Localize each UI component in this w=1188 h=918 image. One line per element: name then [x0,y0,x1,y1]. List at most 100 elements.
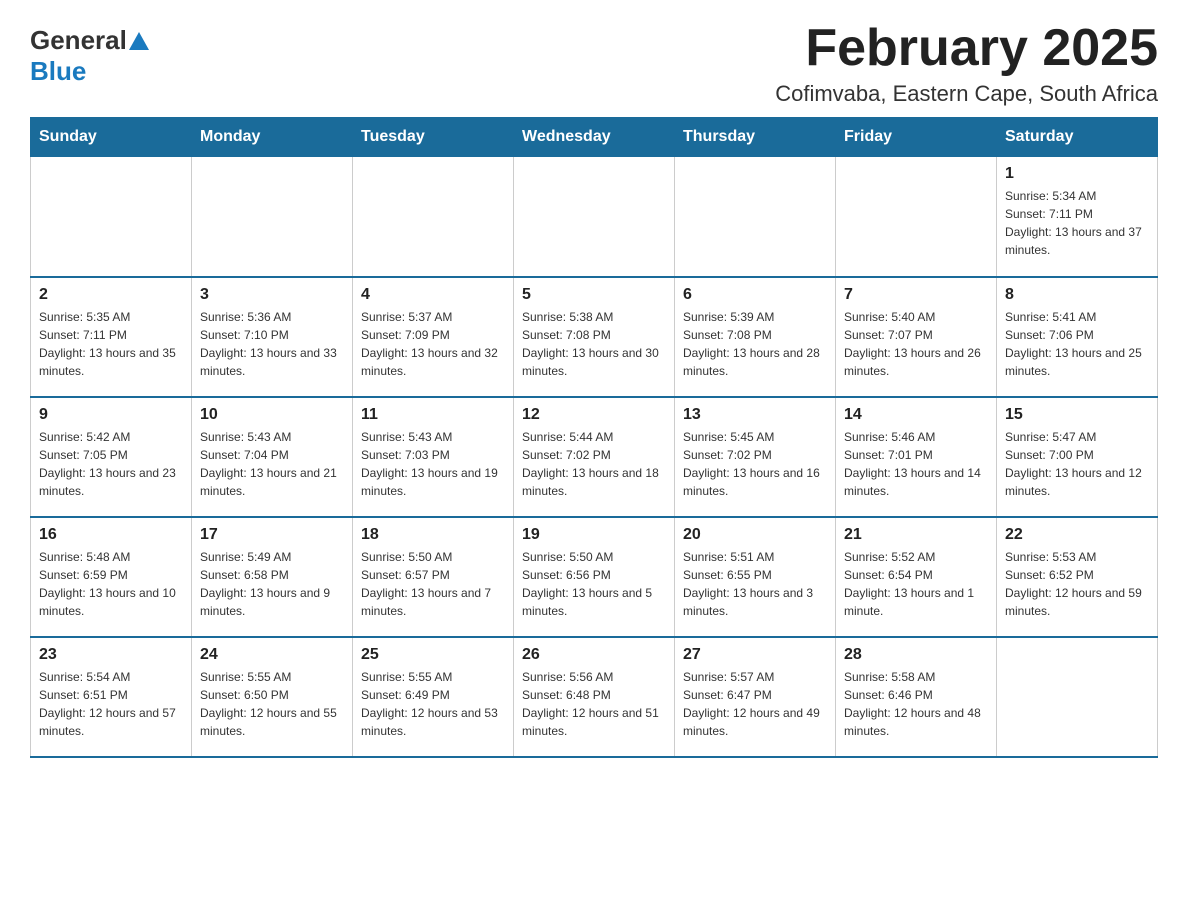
calendar-cell [353,157,514,277]
day-info: Sunrise: 5:44 AMSunset: 7:02 PMDaylight:… [522,428,666,500]
day-number: 21 [844,526,988,544]
day-info: Sunrise: 5:50 AMSunset: 6:57 PMDaylight:… [361,548,505,620]
day-info: Sunrise: 5:53 AMSunset: 6:52 PMDaylight:… [1005,548,1149,620]
logo-general-text: General [30,25,127,56]
logo-blue-text: Blue [30,56,86,87]
day-number: 26 [522,646,666,664]
calendar-cell: 11Sunrise: 5:43 AMSunset: 7:03 PMDayligh… [353,397,514,517]
day-number: 3 [200,286,344,304]
day-info: Sunrise: 5:55 AMSunset: 6:49 PMDaylight:… [361,668,505,740]
day-info: Sunrise: 5:43 AMSunset: 7:03 PMDaylight:… [361,428,505,500]
calendar-cell: 17 Sunrise: 5:49 AMSunset: 6:58 PMDayligh… [192,517,353,637]
day-number: 24 [200,646,344,664]
calendar-cell [192,157,353,277]
calendar-cell [997,637,1158,757]
day-info: Sunrise: 5:43 AMSunset: 7:04 PMDaylight:… [200,428,344,500]
calendar-cell: 16 Sunrise: 5:48 AMSunset: 6:59 PMDayligh… [31,517,192,637]
calendar-week-row: 23 Sunrise: 5:54 AMSunset: 6:51 PMDayligh… [31,637,1158,757]
day-info: Sunrise: 5:38 AMSunset: 7:08 PMDaylight:… [522,308,666,380]
calendar-week-row: 1Sunrise: 5:34 AMSunset: 7:11 PMDaylight… [31,157,1158,277]
calendar-cell: 20Sunrise: 5:51 AMSunset: 6:55 PMDayligh… [675,517,836,637]
day-of-week-header: Wednesday [514,118,675,157]
day-number: 2 [39,286,183,304]
day-info: Sunrise: 5:52 AMSunset: 6:54 PMDaylight:… [844,548,988,620]
day-number: 25 [361,646,505,664]
day-number: 23 [39,646,183,664]
day-number: 18 [361,526,505,544]
calendar-cell [514,157,675,277]
day-info: Sunrise: 5:36 AMSunset: 7:10 PMDaylight:… [200,308,344,380]
day-number: 5 [522,286,666,304]
day-number: 1 [1005,165,1149,183]
day-of-week-header: Tuesday [353,118,514,157]
calendar-week-row: 2Sunrise: 5:35 AMSunset: 7:11 PMDaylight… [31,277,1158,397]
day-info: Sunrise: 5:40 AMSunset: 7:07 PMDaylight:… [844,308,988,380]
calendar-cell: 6 Sunrise: 5:39 AMSunset: 7:08 PMDaylight… [675,277,836,397]
day-number: 6 [683,286,827,304]
calendar-cell: 15 Sunrise: 5:47 AMSunset: 7:00 PMDayligh… [997,397,1158,517]
day-number: 19 [522,526,666,544]
day-number: 9 [39,406,183,424]
calendar-cell: 22Sunrise: 5:53 AMSunset: 6:52 PMDayligh… [997,517,1158,637]
day-number: 13 [683,406,827,424]
day-info: Sunrise: 5:47 AMSunset: 7:00 PMDaylight:… [1005,428,1149,500]
day-number: 17 [200,526,344,544]
calendar-table: SundayMondayTuesdayWednesdayThursdayFrid… [30,117,1158,758]
calendar-cell: 9 Sunrise: 5:42 AMSunset: 7:05 PMDaylight… [31,397,192,517]
calendar-cell: 24 Sunrise: 5:55 AMSunset: 6:50 PMDayligh… [192,637,353,757]
title-section: February 2025 Cofimvaba, Eastern Cape, S… [775,20,1158,107]
day-of-week-header: Sunday [31,118,192,157]
day-info: Sunrise: 5:48 AMSunset: 6:59 PMDaylight:… [39,548,183,620]
calendar-cell: 25 Sunrise: 5:55 AMSunset: 6:49 PMDayligh… [353,637,514,757]
day-of-week-header: Saturday [997,118,1158,157]
calendar-cell: 28Sunrise: 5:58 AMSunset: 6:46 PMDayligh… [836,637,997,757]
calendar-cell [836,157,997,277]
calendar-cell: 26 Sunrise: 5:56 AMSunset: 6:48 PMDayligh… [514,637,675,757]
calendar-cell: 5 Sunrise: 5:38 AMSunset: 7:08 PMDaylight… [514,277,675,397]
logo-triangle-icon [129,32,149,50]
calendar-cell: 14 Sunrise: 5:46 AMSunset: 7:01 PMDayligh… [836,397,997,517]
day-number: 12 [522,406,666,424]
calendar-cell: 13 Sunrise: 5:45 AMSunset: 7:02 PMDayligh… [675,397,836,517]
day-info: Sunrise: 5:51 AMSunset: 6:55 PMDaylight:… [683,548,827,620]
day-info: Sunrise: 5:54 AMSunset: 6:51 PMDaylight:… [39,668,183,740]
day-of-week-header: Monday [192,118,353,157]
day-info: Sunrise: 5:57 AMSunset: 6:47 PMDaylight:… [683,668,827,740]
day-number: 14 [844,406,988,424]
calendar-cell: 18 Sunrise: 5:50 AMSunset: 6:57 PMDayligh… [353,517,514,637]
day-of-week-header: Thursday [675,118,836,157]
calendar-week-row: 16 Sunrise: 5:48 AMSunset: 6:59 PMDayligh… [31,517,1158,637]
calendar-cell: 27Sunrise: 5:57 AMSunset: 6:47 PMDayligh… [675,637,836,757]
day-info: Sunrise: 5:45 AMSunset: 7:02 PMDaylight:… [683,428,827,500]
calendar-cell: 23 Sunrise: 5:54 AMSunset: 6:51 PMDayligh… [31,637,192,757]
calendar-cell: 8 Sunrise: 5:41 AMSunset: 7:06 PMDaylight… [997,277,1158,397]
calendar-header-row: SundayMondayTuesdayWednesdayThursdayFrid… [31,118,1158,157]
calendar-cell: 12 Sunrise: 5:44 AMSunset: 7:02 PMDayligh… [514,397,675,517]
day-info: Sunrise: 5:37 AMSunset: 7:09 PMDaylight:… [361,308,505,380]
calendar-week-row: 9 Sunrise: 5:42 AMSunset: 7:05 PMDaylight… [31,397,1158,517]
calendar-cell [31,157,192,277]
calendar-cell: 4 Sunrise: 5:37 AMSunset: 7:09 PMDaylight… [353,277,514,397]
day-number: 28 [844,646,988,664]
day-info: Sunrise: 5:49 AMSunset: 6:58 PMDaylight:… [200,548,344,620]
calendar-cell: 19Sunrise: 5:50 AMSunset: 6:56 PMDayligh… [514,517,675,637]
day-number: 16 [39,526,183,544]
logo: General Blue [30,20,151,87]
calendar-cell: 1Sunrise: 5:34 AMSunset: 7:11 PMDaylight… [997,157,1158,277]
location-title: Cofimvaba, Eastern Cape, South Africa [775,81,1158,107]
day-info: Sunrise: 5:56 AMSunset: 6:48 PMDaylight:… [522,668,666,740]
day-number: 8 [1005,286,1149,304]
day-info: Sunrise: 5:42 AMSunset: 7:05 PMDaylight:… [39,428,183,500]
day-info: Sunrise: 5:41 AMSunset: 7:06 PMDaylight:… [1005,308,1149,380]
calendar-cell: 7 Sunrise: 5:40 AMSunset: 7:07 PMDaylight… [836,277,997,397]
day-of-week-header: Friday [836,118,997,157]
day-number: 15 [1005,406,1149,424]
day-info: Sunrise: 5:39 AMSunset: 7:08 PMDaylight:… [683,308,827,380]
day-number: 4 [361,286,505,304]
day-number: 7 [844,286,988,304]
page-header: General Blue February 2025 Cofimvaba, Ea… [30,20,1158,107]
day-info: Sunrise: 5:46 AMSunset: 7:01 PMDaylight:… [844,428,988,500]
calendar-cell: 10Sunrise: 5:43 AMSunset: 7:04 PMDayligh… [192,397,353,517]
month-title: February 2025 [775,20,1158,77]
day-info: Sunrise: 5:55 AMSunset: 6:50 PMDaylight:… [200,668,344,740]
